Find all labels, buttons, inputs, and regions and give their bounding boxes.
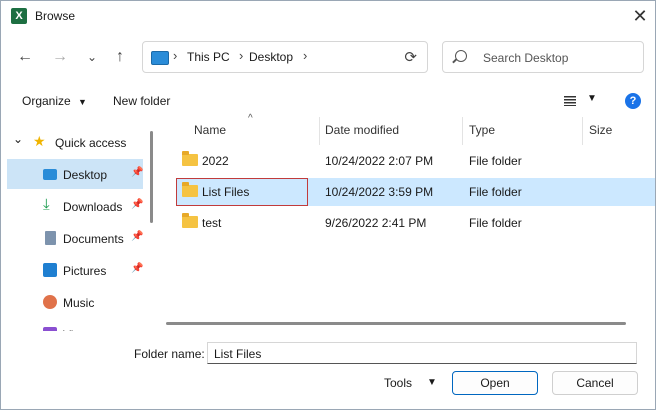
folder-icon: [182, 151, 198, 166]
view-options-icon[interactable]: [564, 96, 576, 106]
chevron-down-icon[interactable]: ▼: [587, 93, 597, 104]
pictures-icon: [43, 263, 57, 277]
column-header-size[interactable]: Size: [589, 123, 612, 137]
cancel-button[interactable]: Cancel: [552, 371, 638, 395]
sidebar-item-label: Music: [63, 296, 95, 310]
forward-button[interactable]: →: [49, 45, 71, 69]
file-date: 10/24/2022 2:07 PM: [325, 154, 434, 168]
organize-label: Organize: [22, 94, 71, 108]
file-type: File folder: [469, 154, 522, 168]
back-button[interactable]: ←: [14, 45, 36, 69]
breadcrumb-separator: ›: [303, 48, 308, 63]
column-divider[interactable]: [582, 117, 583, 145]
title-bar: X Browse ✕: [1, 1, 655, 31]
column-divider[interactable]: [462, 117, 463, 145]
sidebar-item-quick-access[interactable]: ⌄ ★ Quick access: [7, 127, 143, 157]
sidebar-item-label: Documents: [63, 232, 124, 246]
sidebar-item-downloads[interactable]: ⤓ Downloads 📌: [7, 191, 143, 221]
chevron-down-icon: ▼: [78, 97, 87, 107]
excel-icon: X: [11, 8, 27, 24]
navigation-pane: ⌄ ★ Quick access Desktop 📌 ⤓ Downloads 📌…: [1, 121, 161, 331]
file-date: 9/26/2022 2:41 PM: [325, 216, 427, 230]
recent-locations-button[interactable]: ⌄: [81, 45, 103, 69]
file-row-2022[interactable]: 2022 10/24/2022 2:07 PM File folder: [176, 147, 655, 175]
sidebar-item-documents[interactable]: Documents 📌: [7, 223, 143, 253]
sidebar-item-music[interactable]: Music: [7, 287, 143, 317]
sidebar-item-videos[interactable]: Vi: [7, 319, 143, 331]
this-pc-icon: [151, 51, 169, 65]
sidebar-item-pictures[interactable]: Pictures 📌: [7, 255, 143, 285]
browse-dialog: X Browse ✕ ← → ⌄ ↑ › This PC › Desktop ›…: [0, 0, 656, 410]
new-folder-button[interactable]: New folder: [113, 94, 170, 108]
breadcrumb-desktop[interactable]: Desktop: [249, 50, 293, 64]
refresh-icon[interactable]: ⟳: [404, 48, 417, 66]
close-button[interactable]: ✕: [625, 1, 655, 31]
navigation-scrollbar[interactable]: [150, 131, 153, 223]
documents-icon: [45, 231, 56, 245]
videos-icon: [43, 327, 57, 331]
organize-button[interactable]: Organize ▼: [22, 94, 87, 108]
column-header-type[interactable]: Type: [469, 123, 495, 137]
pin-icon[interactable]: 📌: [131, 231, 143, 242]
file-name: test: [202, 216, 222, 230]
sidebar-item-label: Downloads: [63, 200, 123, 214]
sidebar-item-desktop[interactable]: Desktop 📌: [7, 159, 143, 189]
folder-icon: [182, 213, 198, 228]
tools-button[interactable]: Tools: [384, 376, 412, 390]
folder-name-field[interactable]: List Files: [207, 342, 637, 364]
chevron-down-icon[interactable]: ▼: [427, 377, 437, 388]
sidebar-item-label: Desktop: [63, 168, 108, 182]
sidebar-item-label: Vi: [63, 328, 73, 331]
file-name: 2022: [202, 154, 229, 168]
pin-icon[interactable]: 📌: [131, 263, 143, 274]
sidebar-item-label: Pictures: [63, 264, 107, 278]
file-name: List Files: [202, 185, 250, 199]
star-icon: ★: [33, 133, 46, 149]
sort-ascending-icon: ^: [248, 113, 253, 124]
expand-chevron-icon[interactable]: ⌄: [13, 132, 23, 146]
file-row-list-files[interactable]: List Files 10/24/2022 3:59 PM File folde…: [176, 178, 655, 206]
column-header-name[interactable]: Name: [194, 123, 226, 137]
file-list-scrollbar[interactable]: [166, 322, 626, 325]
pin-icon[interactable]: 📌: [131, 199, 143, 210]
help-icon[interactable]: ?: [625, 93, 641, 109]
search-icon: [455, 50, 467, 62]
file-date: 10/24/2022 3:59 PM: [325, 185, 434, 199]
file-type: File folder: [469, 185, 522, 199]
up-button[interactable]: ↑: [109, 45, 131, 69]
column-divider[interactable]: [319, 117, 320, 145]
music-icon: [43, 295, 57, 309]
window-title: Browse: [35, 9, 76, 23]
open-button[interactable]: Open: [452, 371, 538, 395]
search-box[interactable]: Search Desktop: [442, 41, 644, 73]
breadcrumb-separator: ›: [239, 48, 244, 63]
file-type: File folder: [469, 216, 522, 230]
file-row-test[interactable]: test 9/26/2022 2:41 PM File folder: [176, 209, 655, 237]
column-header-date-modified[interactable]: Date modified: [325, 123, 399, 137]
search-placeholder: Search Desktop: [483, 51, 569, 65]
pin-icon[interactable]: 📌: [131, 167, 143, 178]
desktop-icon: [43, 169, 57, 180]
download-icon: ⤓: [43, 196, 50, 213]
breadcrumb-separator: ›: [173, 48, 178, 63]
sidebar-item-label: Quick access: [55, 136, 127, 150]
folder-name-label: Folder name:: [134, 347, 205, 361]
address-bar[interactable]: › This PC › Desktop › ⟳: [142, 41, 428, 73]
file-list: ^ Name Date modified Type Size 2022 10/2…: [164, 113, 655, 323]
folder-icon: [182, 182, 198, 197]
breadcrumb-this-pc[interactable]: This PC: [187, 50, 230, 64]
